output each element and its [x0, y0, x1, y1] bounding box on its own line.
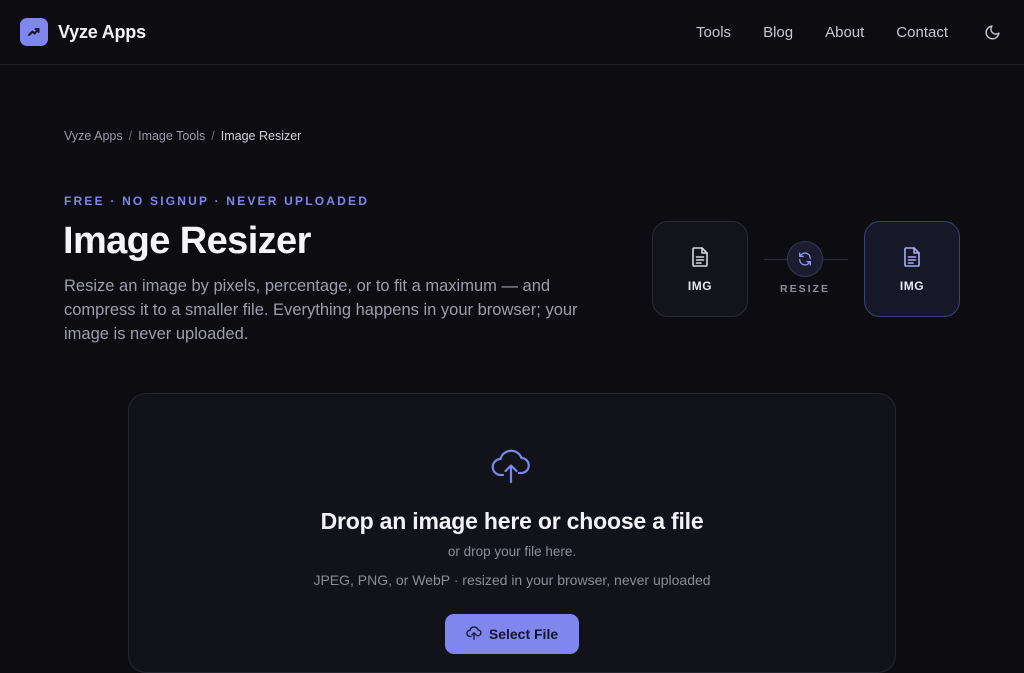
document-icon	[690, 246, 710, 273]
site-header: Vyze Apps Tools Blog About Contact	[0, 0, 1024, 65]
dropzone-formats: JPEG, PNG, or WebP · resized in your bro…	[313, 572, 711, 588]
source-format-label: IMG	[687, 278, 713, 293]
main-nav: Tools Blog About Contact	[696, 20, 1004, 44]
target-format-label: IMG	[899, 278, 925, 293]
refresh-icon	[787, 241, 823, 277]
breadcrumb: Vyze Apps / Image Tools / Image Resizer	[64, 129, 301, 143]
brand-name: Vyze Apps	[58, 21, 146, 42]
source-file-card: IMG	[652, 221, 748, 317]
nav-blog[interactable]: Blog	[763, 24, 793, 41]
dropzone-title: Drop an image here or choose a file	[320, 508, 704, 534]
breadcrumb-current: Image Resizer	[220, 129, 302, 143]
hero-eyebrow: FREE · NO SIGNUP · NEVER UPLOADED	[64, 194, 370, 208]
conversion-action-label: RESIZE	[780, 283, 830, 295]
page-description: Resize an image by pixels, percentage, o…	[64, 277, 578, 343]
nav-tools[interactable]: Tools	[696, 24, 731, 41]
moon-icon[interactable]	[980, 20, 1004, 44]
brand-logo[interactable]: Vyze Apps	[20, 18, 146, 46]
dropzone-subtitle: or drop your file here.	[447, 544, 577, 559]
page-title: Image Resizer	[63, 220, 311, 262]
nav-contact[interactable]: Contact	[896, 24, 948, 41]
breadcrumb-separator: /	[128, 129, 133, 143]
nav-about[interactable]: About	[825, 24, 864, 41]
breadcrumb-separator: /	[211, 129, 215, 143]
breadcrumb-image-tools[interactable]: Image Tools	[138, 129, 205, 143]
file-dropzone[interactable]: Drop an image here or choose a file or d…	[128, 393, 896, 673]
breadcrumb-home[interactable]: Vyze Apps	[64, 129, 123, 143]
target-file-card: IMG	[864, 221, 960, 317]
cloud-upload-icon	[491, 448, 531, 489]
document-icon	[902, 246, 922, 273]
select-file-button[interactable]: Select File	[445, 614, 579, 654]
chart-arrow-icon	[20, 18, 48, 46]
